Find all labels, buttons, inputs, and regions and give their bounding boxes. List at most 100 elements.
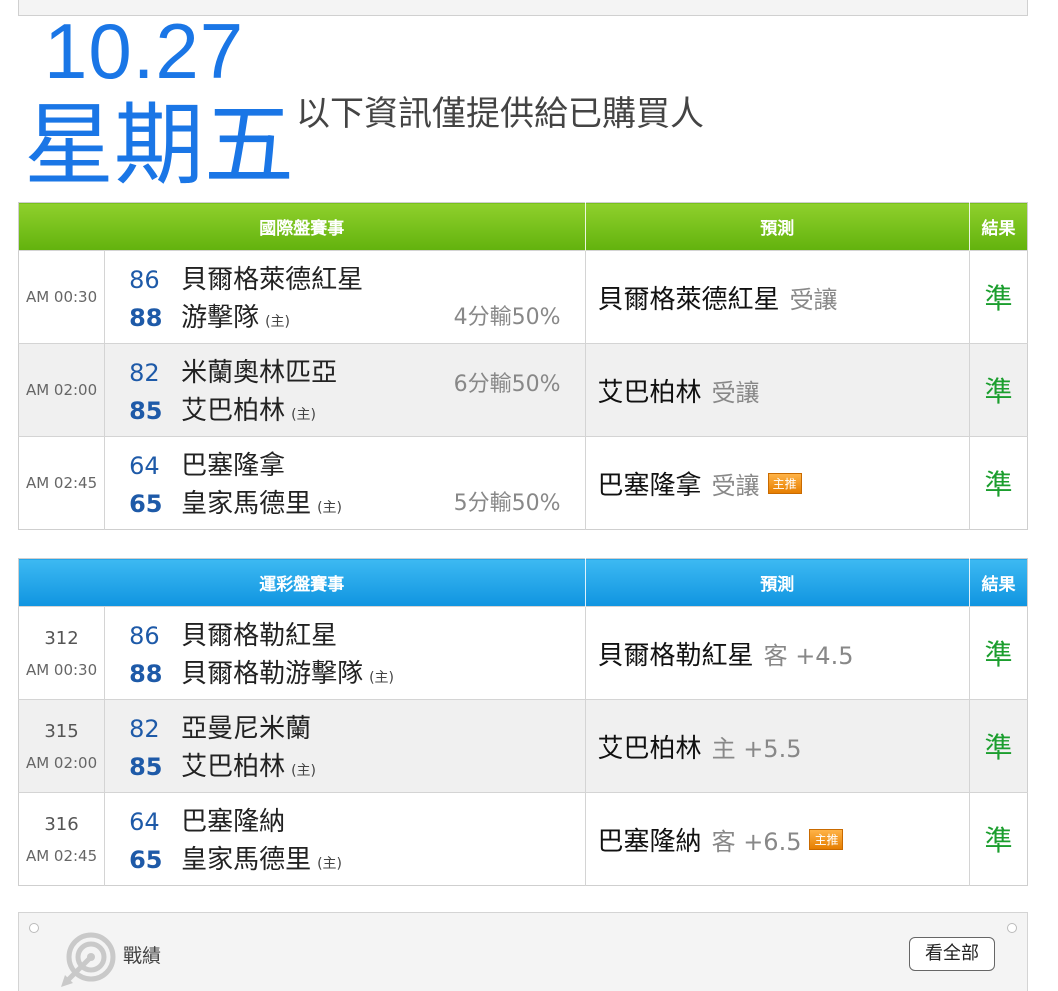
away-team-row: 82 亞曼尼米蘭 xyxy=(129,708,584,746)
prediction-cell: 艾巴柏林主 +5.5 xyxy=(585,699,970,793)
home-team-name: 游擊隊 xyxy=(181,303,260,333)
home-marker: (主) xyxy=(369,670,395,686)
record-label: 戰績 xyxy=(123,945,162,967)
lottery-match-header: 運彩盤賽事 xyxy=(18,558,586,607)
home-team-name: 艾巴柏林 xyxy=(181,396,286,426)
match-teams-cell: 64 巴塞隆納 65 皇家馬德里 (主) xyxy=(104,792,586,886)
home-team-name: 皇家馬德里 xyxy=(181,489,312,519)
home-marker: (主) xyxy=(265,314,291,330)
prediction-cell: 巴塞隆拿 受讓 主推 xyxy=(585,436,970,530)
match-time: AM 00:30 xyxy=(25,660,98,679)
lottery-odds-table: 運彩盤賽事 預測 結果 312 AM 00:30 86 貝爾格勒紅星 88 貝爾格勒游擊隊… xyxy=(18,558,1028,886)
predicted-team: 艾巴柏林 xyxy=(597,377,702,408)
table-row: AM 02:45 64 巴塞隆拿 65 皇家馬德里 (主) 5分輸50% 巴塞隆拿 受讓 主推準 xyxy=(18,436,1028,530)
match-time-cell: 315 AM 02:00 xyxy=(18,699,106,793)
home-score: 65 xyxy=(129,490,163,518)
result-cell: 準 xyxy=(969,436,1028,530)
match-teams-cell: 82 亞曼尼米蘭 85 艾巴柏林 (主) xyxy=(104,699,586,793)
prediction-line: 受讓 xyxy=(711,378,760,407)
match-time: AM 00:30 xyxy=(25,288,98,306)
lottery-result-header: 結果 xyxy=(969,558,1028,607)
match-number: 316 xyxy=(44,813,79,835)
intl-match-header: 國際盤賽事 xyxy=(18,202,586,251)
handicap-result: 4分輸50% xyxy=(453,305,561,330)
away-score: 82 xyxy=(129,715,160,743)
featured-pick-badge: 主推 xyxy=(767,472,802,494)
away-team-row: 64 巴塞隆拿 xyxy=(129,445,584,483)
match-teams-cell: 82 米蘭奧林匹亞 85 艾巴柏林 (主) 6分輸50% xyxy=(104,343,586,437)
home-score: 65 xyxy=(129,846,163,874)
table-row: 316 AM 02:45 64 巴塞隆納 65 皇家馬德里 (主) 巴塞隆納客 +6.5 主推 準 xyxy=(18,792,1028,886)
match-number: 312 xyxy=(44,627,79,649)
prediction-line: 客 +6.5 xyxy=(711,827,802,856)
target-icon xyxy=(61,932,116,987)
predicted-team: 艾巴柏林 xyxy=(597,733,702,764)
prediction-cell: 巴塞隆納客 +6.5 主推 xyxy=(585,792,970,886)
home-marker: (主) xyxy=(291,763,317,779)
table-row: 315 AM 02:00 82 亞曼尼米蘭 85 艾巴柏林 (主) 艾巴柏林主 +5.5 準 xyxy=(18,699,1028,793)
away-team-name: 貝爾格勒紅星 xyxy=(181,621,338,651)
away-team-row: 86 貝爾格勒紅星 xyxy=(129,615,584,653)
prediction-line: 客 +4.5 xyxy=(763,641,854,670)
intl-prediction-header: 預測 xyxy=(585,202,970,251)
predicted-team: 貝爾格勒紅星 xyxy=(597,640,754,671)
home-marker: (主) xyxy=(291,407,317,423)
home-team-row: 88 貝爾格勒游擊隊 (主) xyxy=(129,653,584,691)
home-marker: (主) xyxy=(317,500,343,516)
away-team-name: 貝爾格萊德紅星 xyxy=(181,265,364,295)
away-team-row: 86 貝爾格萊德紅星 xyxy=(129,259,584,297)
panel-dot-right xyxy=(1007,923,1017,933)
match-time: AM 02:45 xyxy=(25,474,98,492)
match-time-cell: AM 02:45 xyxy=(18,436,106,530)
predicted-team: 巴塞隆納 xyxy=(597,826,702,857)
intl-odds-table: 國際盤賽事 預測 結果 AM 00:30 86 貝爾格萊德紅星 88 游擊隊 (主) 4分輸… xyxy=(18,202,1028,530)
result-cell: 準 xyxy=(969,250,1028,344)
prediction-line: 主 +5.5 xyxy=(711,734,802,763)
match-time-cell: AM 00:30 xyxy=(18,250,106,344)
result-cell: 準 xyxy=(969,699,1028,793)
table-row: AM 00:30 86 貝爾格萊德紅星 88 游擊隊 (主) 4分輸50% 貝爾格萊德紅星受讓… xyxy=(18,250,1028,344)
prediction-line: 受讓 xyxy=(789,285,838,314)
away-score: 86 xyxy=(129,622,160,650)
home-score: 85 xyxy=(129,753,163,781)
prediction-cell: 艾巴柏林 受讓 xyxy=(585,343,970,437)
buyers-only-notice: 以下資訊僅提供給已購買人 xyxy=(296,94,704,134)
home-score: 85 xyxy=(129,397,163,425)
table-row: AM 02:00 82 米蘭奧林匹亞 85 艾巴柏林 (主) 6分輸50% 艾巴柏林 受讓準 xyxy=(18,343,1028,437)
page-header: 10.27 星期五 以下資訊僅提供給已購買人 xyxy=(0,0,1058,200)
home-score: 88 xyxy=(129,660,163,688)
home-team-name: 艾巴柏林 xyxy=(181,752,286,782)
match-teams-cell: 86 貝爾格萊德紅星 88 游擊隊 (主) 4分輸50% xyxy=(104,250,586,344)
result-cell: 準 xyxy=(969,792,1028,886)
away-score: 82 xyxy=(129,359,160,387)
panel-dot-left xyxy=(29,923,39,933)
away-team-name: 亞曼尼米蘭 xyxy=(181,714,312,744)
home-marker: (主) xyxy=(317,856,343,872)
predicted-team: 巴塞隆拿 xyxy=(597,470,702,501)
match-teams-cell: 64 巴塞隆拿 65 皇家馬德里 (主) 5分輸50% xyxy=(104,436,586,530)
record-panel: 戰績 看全部 xyxy=(18,912,1028,991)
away-team-name: 巴塞隆納 xyxy=(181,807,286,837)
match-time: AM 02:00 xyxy=(25,381,98,399)
home-team-name: 皇家馬德里 xyxy=(181,845,312,875)
match-teams-cell: 86 貝爾格勒紅星 88 貝爾格勒游擊隊 (主) xyxy=(104,606,586,700)
table-row: 312 AM 00:30 86 貝爾格勒紅星 88 貝爾格勒游擊隊 (主) 貝爾格勒紅星客 +… xyxy=(18,606,1028,700)
home-team-row: 85 艾巴柏林 (主) xyxy=(129,746,584,784)
away-score: 64 xyxy=(129,808,160,836)
match-time-cell: 316 AM 02:45 xyxy=(18,792,106,886)
handicap-result: 6分輸50% xyxy=(453,372,561,397)
featured-pick-badge: 主推 xyxy=(809,828,844,850)
result-cell: 準 xyxy=(969,606,1028,700)
match-time: AM 02:00 xyxy=(25,753,98,772)
handicap-result: 5分輸50% xyxy=(453,491,561,516)
away-team-row: 64 巴塞隆納 xyxy=(129,801,584,839)
view-all-button[interactable]: 看全部 xyxy=(909,937,995,971)
home-score: 88 xyxy=(129,304,163,332)
away-team-name: 米蘭奧林匹亞 xyxy=(181,358,338,388)
home-team-name: 貝爾格勒游擊隊 xyxy=(181,659,364,689)
match-time: AM 02:45 xyxy=(25,846,98,865)
prediction-line: 受讓 xyxy=(711,471,760,500)
prediction-cell: 貝爾格勒紅星客 +4.5 xyxy=(585,606,970,700)
weekday-label: 星期五 xyxy=(24,93,294,198)
away-score: 64 xyxy=(129,452,160,480)
